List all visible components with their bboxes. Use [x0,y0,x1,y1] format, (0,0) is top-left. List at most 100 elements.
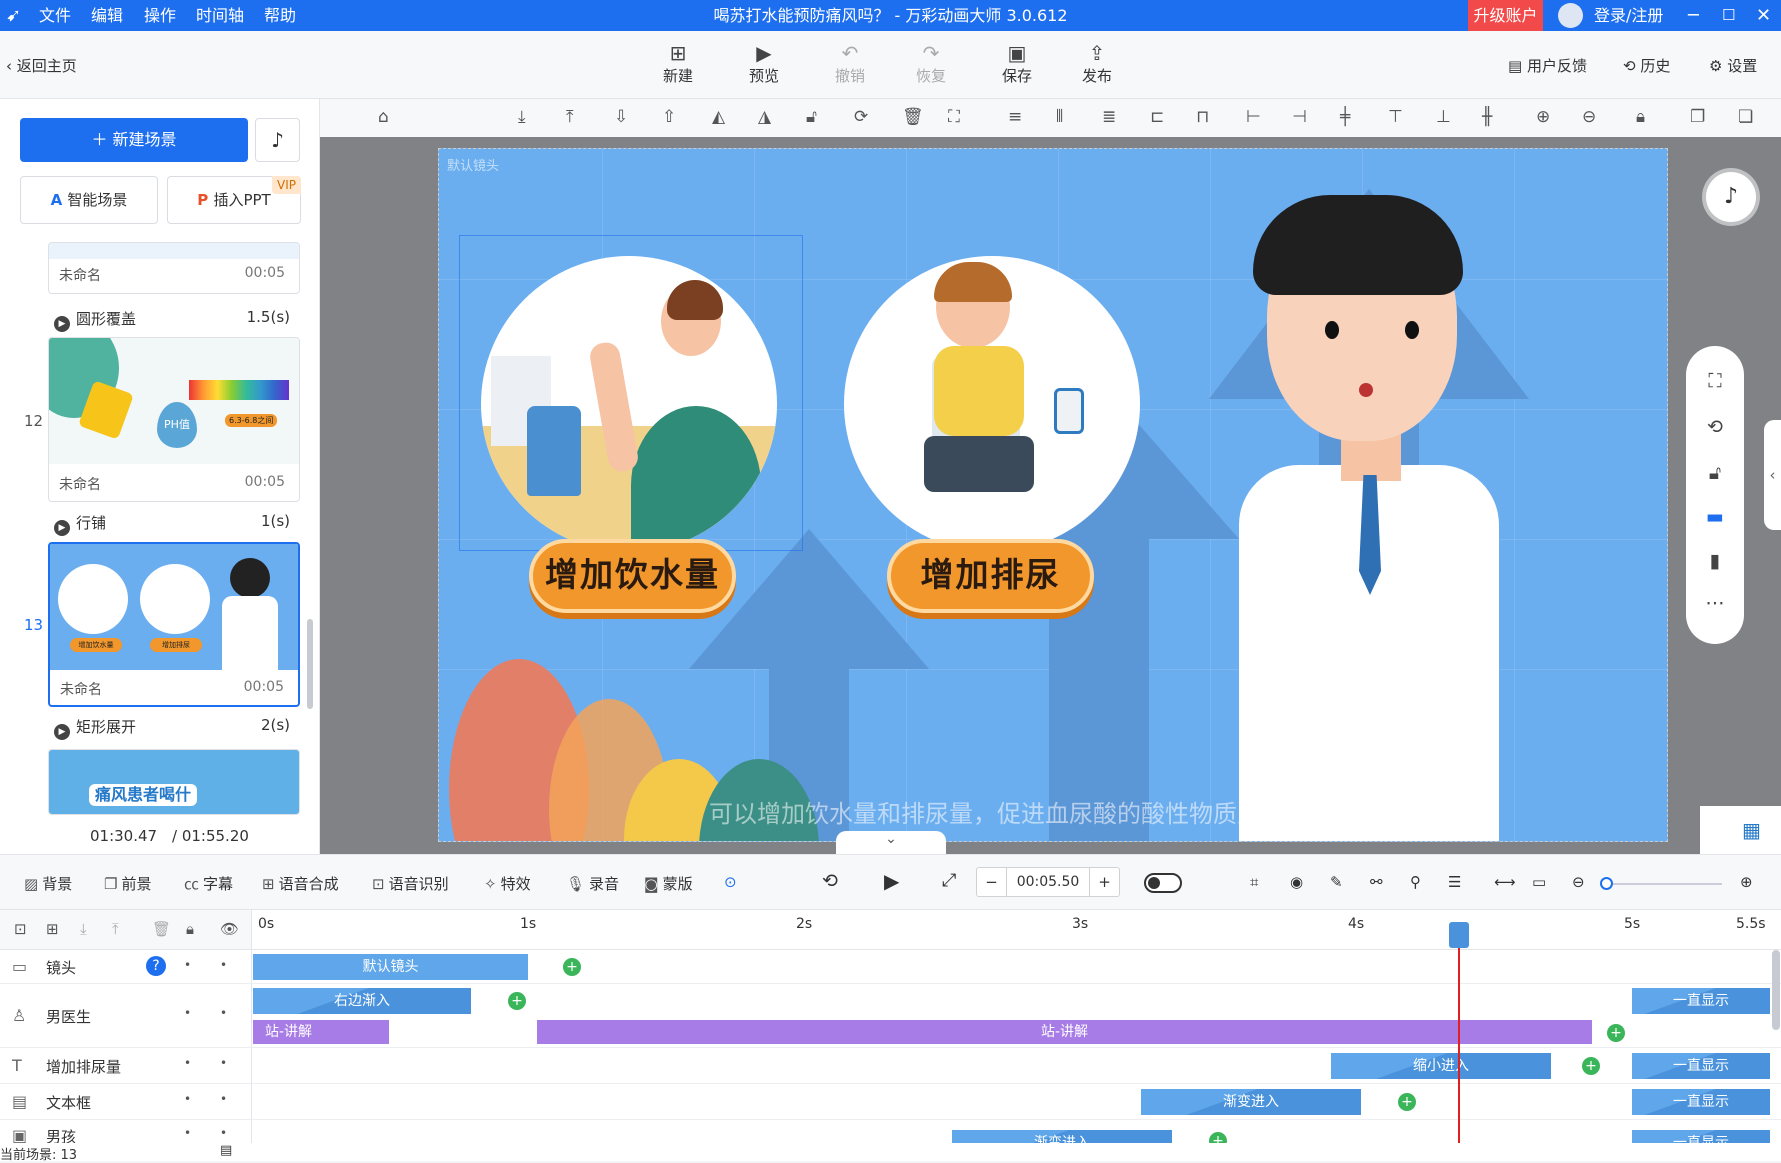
adjust-icon[interactable]: ☰ [1448,873,1461,891]
center-v-icon[interactable]: ╫ [1482,107,1492,127]
timeline-clip[interactable]: 一直显示 [1632,1089,1770,1115]
scene-scrollbar[interactable] [307,619,313,709]
camera-icon[interactable]: ◉ [1290,873,1303,891]
mobile-icon[interactable]: ▮ [1686,550,1744,572]
save-button[interactable]: ▣ 保存 [991,41,1043,86]
fit-screen-icon[interactable]: ⛶ [1686,370,1744,392]
timeline-clip[interactable]: 站-讲解 [537,1020,1592,1044]
snap-toggle[interactable] [1144,873,1182,893]
new-scene-button[interactable]: ＋ 新建场景 [20,118,248,162]
track-boy[interactable]: ▣ 男孩 • • 渐变进入 + 一直显示 [0,1120,1781,1144]
rotate-icon[interactable]: ⟳ [854,107,868,127]
asr-button[interactable]: ⊡ 语音识别 [372,873,449,894]
timeline-scrollbar[interactable] [1772,950,1780,1030]
lock-layer-icon[interactable]: 🔒︎ [186,920,194,938]
scene-thumbnail[interactable]: PH值 6.3-6.8之间 未命名 00:05 [48,337,300,502]
crop-icon[interactable]: ⛶ [948,107,960,127]
zoom-out-timeline-icon[interactable]: ⊖ [1572,873,1585,891]
fullscreen-icon[interactable]: ⤢ [942,870,956,891]
caption-button[interactable]: ㏄字幕 [184,873,233,894]
timeline-clip[interactable]: 一直显示 [1632,988,1770,1014]
back-home-button[interactable]: ‹ 返回主页 [6,55,77,76]
foreground-button[interactable]: ❐ 前景 [104,873,151,894]
fit-icon[interactable]: ⌗ [1250,873,1258,891]
track-urinate-text[interactable]: T 增加排尿量 • • 缩小进入 + 一直显示 [0,1048,1781,1084]
record-button[interactable]: 🎙︎ 录音 [566,873,619,894]
move-down-layer-icon[interactable]: ⤓ [80,920,87,938]
desktop-icon[interactable]: ▬ [1686,506,1744,528]
align-t-icon[interactable]: ⊤ [1388,107,1403,127]
preview-button[interactable]: ▶ 预览 [738,41,790,86]
maximize-icon[interactable]: ☐ [1722,0,1735,31]
align-right-icon[interactable]: ⊣ [1292,107,1307,127]
user-avatar-icon[interactable] [1558,3,1583,28]
new-folder-icon[interactable]: ⊞ [46,920,59,938]
transition-item[interactable]: ▶ 圆形覆盖 1.5(s) [54,308,300,332]
boy-toilet-illustration[interactable] [844,256,1140,552]
lock-icon[interactable]: 🔓︎ [806,107,817,127]
add-effect-icon[interactable]: + [563,958,581,976]
scene-thumbnail[interactable]: 痛风患者喝什 [48,749,300,815]
distribute-v-icon[interactable]: ⊏ [1150,107,1164,127]
home-icon[interactable]: ⌂ [378,107,389,127]
more-icon[interactable]: ⋯ [1686,592,1744,614]
help-icon[interactable]: ? [146,956,166,976]
delete-icon[interactable]: 🗑︎ [902,107,924,127]
track-textbox[interactable]: ▤ 文本框 • • 渐变进入 + 一直显示 [0,1084,1781,1120]
filter-icon[interactable]: ⚲ [1410,873,1421,891]
collapse-canvas-button[interactable]: ⌄ [836,831,946,854]
login-button[interactable]: 登录/注册 [1594,0,1663,31]
edit-icon[interactable]: ✎ [1330,873,1343,891]
transition-item[interactable]: ▶ 矩形展开 2(s) [54,716,300,740]
timeline-clip[interactable]: 缩小进入 [1331,1053,1551,1079]
zoom-in-icon[interactable]: ⊕ [1536,107,1550,127]
qr-preview-button[interactable]: ▦ [1700,806,1781,854]
male-doctor-character[interactable] [1209,185,1529,841]
timeline-clip[interactable]: 渐变进入 [952,1130,1172,1143]
flip-vertical-icon[interactable]: ◮ [758,107,771,127]
unlock-icon[interactable]: 🔓︎ [1686,462,1744,484]
add-effect-icon[interactable]: + [1582,1057,1600,1075]
feedback-button[interactable]: ▤ 用户反馈 [1508,55,1587,76]
track-doctor[interactable]: ♙ 男医生 • • 右边渐入 + 一直显示 站-讲解 站-讲解 + [0,984,1781,1048]
close-icon[interactable]: ✕ [1756,0,1771,31]
timeline-zoom-slider[interactable] [1606,883,1722,885]
insert-ppt-button[interactable]: P 插入PPT VIP [167,176,301,224]
drinking-man-illustration[interactable] [481,256,777,552]
smart-scene-button[interactable]: A 智能场景 [20,176,158,224]
add-folder-icon[interactable]: ⊡ [14,920,27,938]
time-stepper[interactable]: −00:05.50 + [976,867,1120,897]
timeline-clip[interactable]: 站-讲解 [253,1020,389,1044]
urinate-more-badge[interactable]: 增加排尿 [887,539,1094,613]
timeline-clip[interactable]: 默认镜头 [253,954,528,980]
playhead-handle[interactable] [1449,922,1469,948]
move-bottom-icon[interactable]: ⤓ [518,107,526,127]
scene-thumbnail-selected[interactable]: 增加饮水量 增加排尿 未命名 00:05 [48,542,300,707]
stage[interactable]: 默认镜头 增加饮水量 增加排尿 可以增加饮水量和排尿量，促进血尿酸的酸性物质从肾… [438,148,1668,842]
paste-icon[interactable]: ❏ [1738,107,1753,127]
ratio-icon[interactable]: ▭ [1532,873,1546,891]
keyboard-icon[interactable]: ▤ [220,1143,232,1158]
add-effect-icon[interactable]: + [1398,1093,1416,1111]
timeline-ruler[interactable]: 0s 1s 2s 3s 4s 5s 5.5s [252,910,1781,950]
scene-thumbnail[interactable]: 未命名 00:05 [48,242,300,294]
drink-more-water-badge[interactable]: 增加饮水量 [529,539,736,613]
move-down-icon[interactable]: ⇩ [614,107,628,127]
minus-icon[interactable]: − [977,868,1007,896]
play-button-icon[interactable]: ▶ [884,869,899,893]
effects-button[interactable]: ✧ 特效 [484,873,531,894]
move-up-icon[interactable]: ⇧ [662,107,676,127]
music-button[interactable]: ♪ [255,118,300,162]
new-button[interactable]: ⊞ 新建 [652,41,704,86]
transition-item[interactable]: ▶ 行铺 1(s) [54,512,300,536]
zoom-out-icon[interactable]: ⊖ [1582,107,1596,127]
align-left-icon[interactable]: ⊢ [1246,107,1261,127]
distribute-h-icon[interactable]: ⊓ [1196,107,1209,127]
settings-button[interactable]: ⚙ 设置 [1709,55,1757,76]
timeline-clip[interactable]: 右边渐入 [253,988,471,1014]
history-button[interactable]: ⟲ 历史 [1623,55,1670,76]
bg-music-button[interactable]: ♪ [1706,172,1756,222]
track-camera[interactable]: ▭ 镜头? • • 默认镜头 + [0,950,1781,984]
replay-icon[interactable]: ⟲ [822,870,838,892]
more-tools-icon[interactable]: ⊙ [724,873,737,891]
